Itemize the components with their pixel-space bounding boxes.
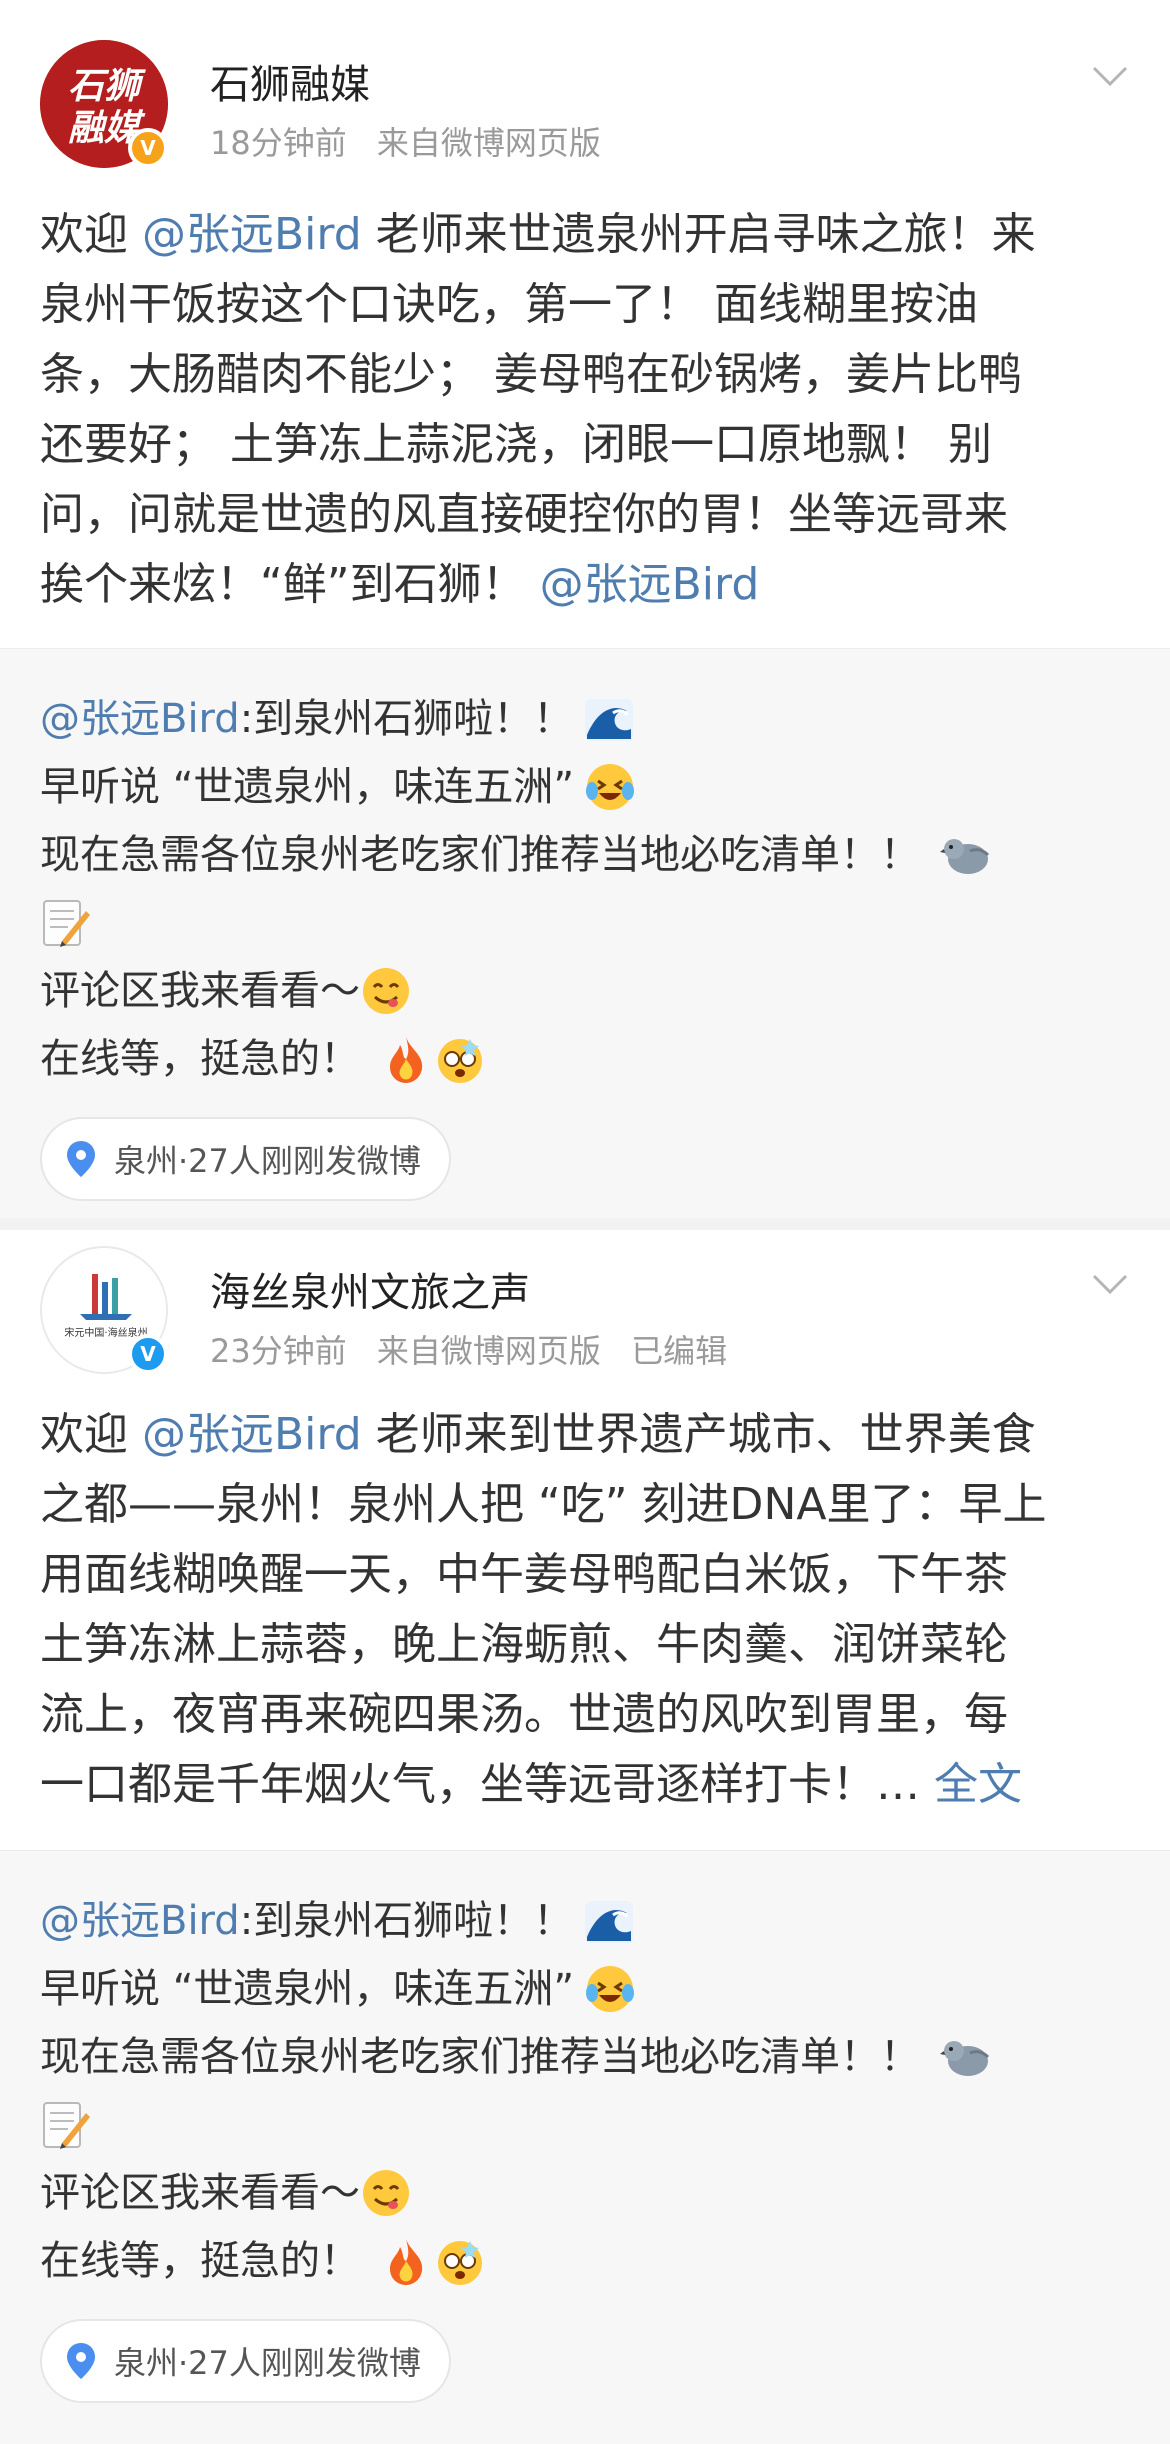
post-source: 来自微博网页版 bbox=[376, 1332, 601, 1370]
yum-emoji bbox=[363, 968, 409, 1014]
post-edited: 已编辑 bbox=[631, 1332, 728, 1370]
post-body-line: 一口都是千年烟火气，坐等远哥逐样打卡！… 全文 bbox=[40, 1759, 1022, 1810]
repost-line: 早听说 “世遗泉州，味连五洲” bbox=[40, 1955, 1140, 2023]
repost-text: @张远Bird:到泉州石狮啦！！ 早听说 “世遗泉州，味连五洲” 现在急需各位泉… bbox=[40, 685, 1140, 1093]
repost-line: 在线等，挺急的！ bbox=[40, 1025, 1140, 1093]
post-body-line: 泉州干饭按这个口诀吃，第一了！ 面线糊里按油 bbox=[40, 279, 978, 330]
location-pin-icon bbox=[67, 1141, 95, 1177]
laugh-cry-emoji bbox=[586, 764, 635, 810]
fire-emoji bbox=[390, 2239, 423, 2285]
fire-emoji bbox=[390, 1037, 423, 1083]
mention-link[interactable]: @张远Bird bbox=[40, 685, 240, 753]
post-time: 18分钟前 bbox=[210, 124, 347, 162]
svg-text:石狮: 石狮 bbox=[68, 65, 146, 107]
wave-emoji bbox=[585, 1901, 634, 1943]
repost-line: 早听说 “世遗泉州，味连五洲” bbox=[40, 753, 1140, 821]
yum-emoji bbox=[363, 2170, 409, 2216]
post-body: 欢迎 @张远Bird 老师来世遗泉州开启寻味之旅！来 泉州干饭按这个口诀吃，第一… bbox=[40, 200, 1140, 620]
chevron-down-icon[interactable] bbox=[1090, 1270, 1130, 1300]
repost-card[interactable]: @张远Bird:到泉州石狮啦！！ 早听说 “世遗泉州，味连五洲” 现在急需各位泉… bbox=[0, 1850, 1170, 2444]
post-body-line: 之都——泉州！泉州人把 “吃” 刻进DNA里了：早上 bbox=[40, 1479, 1047, 1530]
location-pin-icon bbox=[67, 2343, 95, 2379]
location-tag[interactable]: 泉州·27人刚刚发微博 bbox=[40, 2319, 451, 2403]
post-body-line: 欢迎 @张远Bird 老师来世遗泉州开启寻味之旅！来 bbox=[40, 209, 1036, 260]
verified-badge-icon: V bbox=[128, 128, 168, 168]
repost-line: @张远Bird:到泉州石狮啦！！ bbox=[40, 1887, 1140, 1955]
repost-text: @张远Bird:到泉州石狮啦！！ 早听说 “世遗泉州，味连五洲” 现在急需各位泉… bbox=[40, 1887, 1140, 2295]
mention-link[interactable]: @张远Bird bbox=[40, 1887, 240, 1955]
memo-emoji bbox=[43, 900, 90, 947]
post-time: 23分钟前 bbox=[210, 1332, 347, 1370]
chevron-down-icon[interactable] bbox=[1090, 62, 1130, 92]
post-body-line: 欢迎 @张远Bird 老师来到世界遗产城市、世界美食 bbox=[40, 1409, 1036, 1460]
mention-link[interactable]: @张远Bird bbox=[540, 559, 760, 610]
pigeon-emoji bbox=[940, 839, 990, 874]
author-name[interactable]: 石狮融媒 bbox=[210, 52, 370, 110]
post-body-line: 流上，夜宵再来碗四果汤。世遗的风吹到胃里，每 bbox=[40, 1689, 1008, 1740]
weibo-post: 石狮 融媒 V 石狮融媒 18分钟前 来自微博网页版 欢迎 @张远Bird 老师… bbox=[0, 0, 1170, 650]
full-text-link[interactable]: 全文 bbox=[934, 1759, 1022, 1810]
post-meta: 18分钟前 来自微博网页版 bbox=[210, 118, 621, 164]
repost-line: 现在急需各位泉州老吃家们推荐当地必吃清单！！ bbox=[40, 2023, 1140, 2091]
repost-line bbox=[40, 2091, 1140, 2159]
repost-line: 现在急需各位泉州老吃家们推荐当地必吃清单！！ bbox=[40, 821, 1140, 889]
repost-card[interactable]: @张远Bird:到泉州石狮啦！！ 早听说 “世遗泉州，味连五洲” 现在急需各位泉… bbox=[0, 648, 1170, 1218]
pigeon-emoji bbox=[940, 2041, 990, 2076]
location-label: 泉州·27人刚刚发微博 bbox=[114, 2344, 421, 2382]
repost-line: 评论区我来看看～ bbox=[40, 957, 1140, 1025]
location-tag[interactable]: 泉州·27人刚刚发微博 bbox=[40, 1117, 451, 1201]
post-body-line: 问，问就是世遗的风直接硬控你的胃！坐等远哥来 bbox=[40, 489, 1008, 540]
dizzy-emoji bbox=[438, 1039, 482, 1083]
verified-badge-icon: V bbox=[128, 1334, 168, 1374]
memo-emoji bbox=[43, 2102, 90, 2149]
dizzy-emoji bbox=[438, 2241, 482, 2285]
post-body-line: 用面线糊唤醒一天，中午姜母鸭配白米饭，下午茶 bbox=[40, 1549, 1008, 1600]
repost-line: 评论区我来看看～ bbox=[40, 2159, 1140, 2227]
laugh-cry-emoji bbox=[586, 1966, 635, 2012]
repost-line: @张远Bird:到泉州石狮啦！！ bbox=[40, 685, 1140, 753]
post-source: 来自微博网页版 bbox=[376, 124, 601, 162]
post-body-line: 还要好； 土笋冻上蒜泥浇，闭眼一口原地飘！ 别 bbox=[40, 419, 992, 470]
wave-emoji bbox=[585, 699, 634, 741]
post-meta: 23分钟前 来自微博网页版 已编辑 bbox=[210, 1326, 747, 1372]
post-body-line: 条，大肠醋肉不能少； 姜母鸭在砂锅烤，姜片比鸭 bbox=[40, 349, 1022, 400]
repost-line: 在线等，挺急的！ bbox=[40, 2227, 1140, 2295]
feed-divider bbox=[0, 1218, 1170, 1230]
post-body-line: 挨个来炫！“鲜”到石狮！ @张远Bird bbox=[40, 559, 760, 610]
author-name[interactable]: 海丝泉州文旅之声 bbox=[210, 1260, 530, 1318]
mention-link[interactable]: @张远Bird bbox=[142, 209, 362, 260]
post-body: 欢迎 @张远Bird 老师来到世界遗产城市、世界美食 之都——泉州！泉州人把 “… bbox=[40, 1400, 1140, 1820]
repost-line bbox=[40, 889, 1140, 957]
location-label: 泉州·27人刚刚发微博 bbox=[114, 1142, 421, 1180]
post-header: 石狮 融媒 V 石狮融媒 18分钟前 来自微博网页版 bbox=[0, 0, 1170, 200]
weibo-post: 宋元中国·海丝泉州 V 海丝泉州文旅之声 23分钟前 来自微博网页版 已编辑 欢… bbox=[0, 1230, 1170, 1810]
post-body-line: 土笋冻淋上蒜蓉，晚上海蛎煎、牛肉羹、润饼菜轮 bbox=[40, 1619, 1008, 1670]
mention-link[interactable]: @张远Bird bbox=[142, 1409, 362, 1460]
